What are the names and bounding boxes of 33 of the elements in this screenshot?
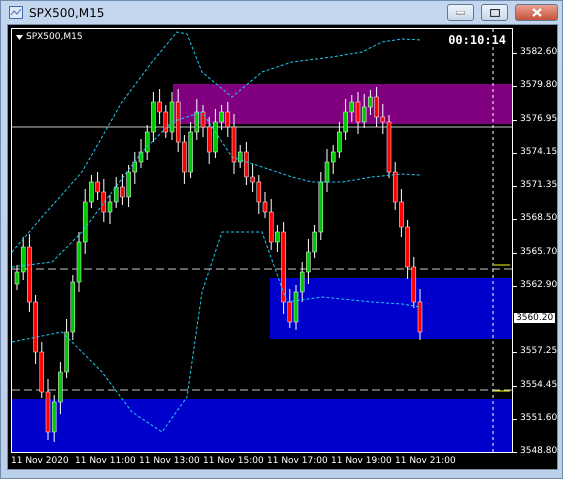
level-marker-line bbox=[494, 390, 510, 392]
time-axis-label: 11 Nov 19:00 bbox=[331, 455, 393, 468]
chart-window-icon bbox=[9, 6, 23, 19]
price-axis-label: 3574.15 bbox=[513, 146, 558, 157]
window-title: SPX500,M15 bbox=[29, 6, 106, 20]
level-marker-line bbox=[494, 264, 510, 266]
time-axis-label: 11 Nov 13:00 bbox=[139, 455, 201, 468]
time-axis-label: 11 Nov 17:00 bbox=[267, 455, 329, 468]
price-axis-label: 3551.60 bbox=[513, 412, 558, 423]
time-axis-label: 11 Nov 2020 bbox=[11, 455, 70, 468]
price-axis-label: 3576.95 bbox=[513, 114, 558, 124]
maximize-button[interactable] bbox=[481, 4, 508, 21]
symbol-label: SPX500,M15 bbox=[26, 32, 83, 42]
price-axis-label: 3582.60 bbox=[513, 47, 558, 57]
close-icon bbox=[532, 8, 542, 17]
countdown-timer: 00:10:14 bbox=[448, 33, 506, 47]
price-axis-label: 3571.35 bbox=[513, 180, 558, 190]
time-axis-label: 11 Nov 15:00 bbox=[203, 455, 265, 468]
close-button[interactable] bbox=[515, 4, 558, 21]
dropdown-triangle-icon[interactable] bbox=[16, 35, 23, 40]
price-axis-label: 3565.70 bbox=[513, 246, 558, 256]
time-axis-label: 11 Nov 21:00 bbox=[395, 455, 457, 468]
minimize-icon bbox=[456, 10, 465, 14]
current-price-label: 3560.20 bbox=[514, 313, 556, 323]
price-axis-label: 3554.45 bbox=[513, 380, 558, 390]
time-axis-label: 11 Nov 11:00 bbox=[75, 455, 137, 468]
maximize-icon bbox=[490, 8, 500, 16]
price-axis-label: 3579.80 bbox=[513, 80, 558, 90]
price-axis-label: 3562.90 bbox=[513, 280, 558, 290]
price-axis-label: 3557.25 bbox=[513, 346, 558, 356]
price-axis-label: 3568.50 bbox=[513, 213, 558, 224]
price-axis-label: 3548.80 bbox=[513, 446, 558, 456]
minimize-button[interactable] bbox=[447, 4, 474, 21]
